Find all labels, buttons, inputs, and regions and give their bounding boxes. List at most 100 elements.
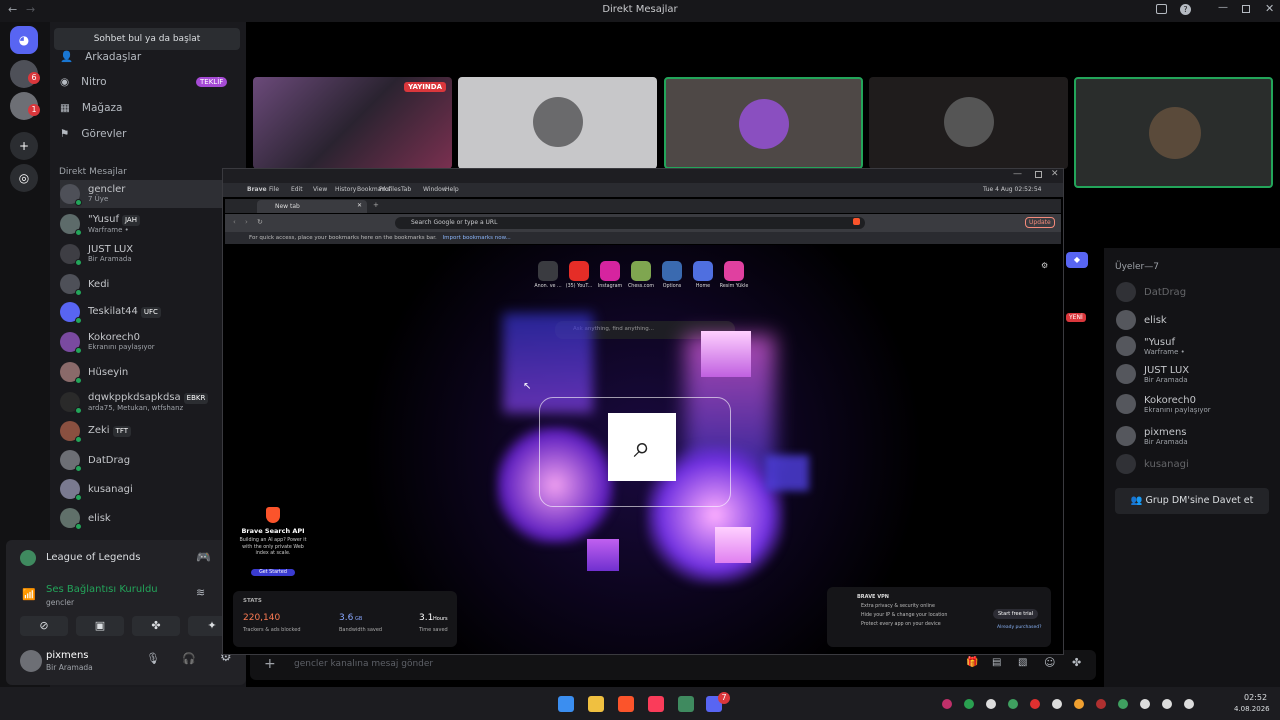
member-item[interactable]: JUST LUX Bir Aramada — [1116, 364, 1189, 384]
member-item[interactable]: kusanagi — [1116, 454, 1189, 474]
help-icon[interactable]: ? — [1180, 4, 1191, 15]
dm-item[interactable]: Kedi — [60, 270, 230, 298]
attach-plus-icon[interactable]: + — [264, 656, 276, 672]
dm-item[interactable]: elisk — [60, 504, 230, 532]
member-item[interactable]: DatDrag — [1116, 282, 1186, 302]
menu-item[interactable]: Tab — [401, 186, 411, 193]
tab-new-tab[interactable]: New tab ✕ — [257, 200, 367, 213]
minimize-icon[interactable]: — — [1013, 169, 1022, 179]
soundboard-icon[interactable]: ≋ — [196, 586, 205, 599]
participant-tile[interactable] — [458, 77, 657, 169]
participant-tile[interactable] — [1074, 77, 1273, 188]
tray-app-icon[interactable] — [1052, 699, 1062, 709]
server-avatar[interactable]: 1 — [10, 92, 40, 120]
apps-icon[interactable]: ✤ — [1072, 656, 1081, 669]
new-tab-plus-icon[interactable]: + — [373, 201, 379, 209]
server-avatar[interactable]: 6 — [10, 60, 40, 88]
member-item[interactable]: "Yusuf Warframe • — [1116, 336, 1185, 356]
nav-friends[interactable]: 👤 Arkadaşlar — [60, 50, 141, 64]
dm-item[interactable]: Teskilat44 UFC — [60, 298, 230, 326]
customize-gear-icon[interactable]: ⚙ — [1041, 261, 1048, 270]
shortcut-tile[interactable]: Resim Yükle — [719, 261, 749, 289]
nav-quests[interactable]: ⚑ Görevler — [60, 128, 126, 140]
search-input[interactable]: Sohbet bul ya da başlat — [54, 28, 240, 50]
close-icon[interactable]: ✕ — [1265, 2, 1274, 15]
maximize-icon[interactable] — [1035, 171, 1042, 178]
invite-to-group-button[interactable]: 👥 Grup DM'sine Davet et — [1115, 488, 1269, 514]
dm-item[interactable]: Kokorech0 Ekranını paylaşıyor — [60, 328, 230, 356]
nav-nitro[interactable]: ◉ Nitro TEKLİF — [60, 76, 228, 88]
tray-app-icon[interactable] — [1074, 699, 1084, 709]
user-avatar[interactable] — [20, 650, 42, 672]
maximize-icon[interactable] — [1242, 5, 1250, 13]
microphone-icon[interactable]: 🎙 — [146, 652, 160, 665]
headphones-icon[interactable]: 🎧 — [182, 652, 196, 665]
dm-item[interactable]: Zeki TFT — [60, 417, 230, 445]
get-started-button[interactable]: Get Started — [251, 568, 295, 576]
vpn-trial-button[interactable]: Start free trial — [993, 609, 1039, 619]
brave-taskbar-icon[interactable] — [618, 696, 634, 712]
gift-icon[interactable]: 🎁 — [966, 657, 978, 668]
minimize-icon[interactable]: — — [1218, 2, 1228, 13]
dm-item[interactable]: kusanagi — [60, 475, 230, 503]
dm-item[interactable]: gencler 7 Üye — [60, 180, 230, 208]
import-bookmarks-link[interactable]: Import bookmarks now... — [443, 235, 511, 241]
gamepad-icon[interactable]: 🎮 — [196, 550, 211, 564]
member-item[interactable]: Kokorech0 Ekranını paylaşıyor — [1116, 394, 1211, 414]
chat-icon[interactable]: ◆ — [1066, 252, 1088, 268]
dm-item[interactable]: Hüseyin — [60, 358, 230, 386]
menu-item[interactable]: Help — [445, 186, 459, 193]
tray-app-icon[interactable] — [1096, 699, 1106, 709]
back-icon[interactable]: ‹ — [233, 218, 236, 226]
file-explorer-icon[interactable] — [588, 696, 604, 712]
shortcut-tile[interactable]: Anon. ve ... — [533, 261, 563, 289]
gif-icon[interactable]: ▤ — [992, 657, 1001, 668]
close-tab-icon[interactable]: ✕ — [357, 202, 362, 209]
tray-app-icon[interactable] — [986, 699, 996, 709]
stream-tile[interactable]: YAYINDA — [253, 77, 452, 169]
message-input[interactable]: gencler kanalına mesaj gönder — [294, 659, 433, 669]
participant-tile[interactable] — [869, 77, 1068, 169]
start-icon[interactable] — [558, 696, 574, 712]
discover-icon[interactable]: ◎ — [10, 164, 38, 192]
menu-item[interactable]: Brave — [247, 186, 267, 193]
menu-item[interactable]: History — [335, 186, 356, 193]
tray-app-icon[interactable] — [1118, 699, 1128, 709]
music-icon[interactable] — [648, 696, 664, 712]
camera-off-button[interactable]: ⊘ — [20, 616, 68, 636]
discord-home-icon[interactable]: ◕ — [10, 26, 38, 54]
member-item[interactable]: elisk — [1116, 310, 1167, 330]
forward-icon[interactable]: › — [245, 218, 248, 226]
participant-tile[interactable] — [664, 77, 863, 169]
sticker-icon[interactable]: ▧ — [1018, 657, 1027, 668]
shortcut-tile[interactable]: Instagram — [595, 261, 625, 289]
shortcut-tile[interactable]: Home — [688, 261, 718, 289]
screen-share-button[interactable]: ▣ — [76, 616, 124, 636]
emoji-icon[interactable]: ☺ — [1044, 656, 1055, 669]
close-icon[interactable]: ✕ — [1051, 169, 1059, 179]
address-bar[interactable]: Search Google or type a URL — [395, 217, 865, 229]
menu-item[interactable]: Window — [423, 186, 447, 193]
dm-item[interactable]: DatDrag — [60, 446, 230, 474]
voice-status[interactable]: Ses Bağlantısı Kuruldu — [46, 584, 158, 595]
vpn-purchased-link[interactable]: Already purchased? — [997, 625, 1041, 630]
inbox-icon[interactable] — [1156, 4, 1167, 14]
reload-icon[interactable]: ↻ — [257, 218, 263, 226]
member-item[interactable]: pixmens Bir Aramada — [1116, 426, 1188, 446]
shortcut-tile[interactable]: Chess.com — [626, 261, 656, 289]
shortcut-tile[interactable]: (35) YouT... — [564, 261, 594, 289]
menu-item[interactable]: Profiles — [379, 186, 401, 193]
nav-shop[interactable]: ▦ Mağaza — [60, 102, 122, 114]
activities-button[interactable]: ✤ — [132, 616, 180, 636]
dm-item[interactable]: JUST LUX Bir Aramada — [60, 240, 230, 268]
menu-item[interactable]: View — [313, 186, 327, 193]
dm-item[interactable]: dqwkppkdsapkdsa EBKR arda75, Metukan, wtfs… — [60, 388, 230, 416]
tray-app-icon[interactable] — [964, 699, 974, 709]
tray-app-icon[interactable] — [1140, 699, 1150, 709]
tray-app-icon[interactable] — [1008, 699, 1018, 709]
dm-item[interactable]: "Yusuf JAH Warframe • — [60, 210, 230, 238]
add-server-icon[interactable]: + — [10, 132, 38, 160]
tray-app-icon[interactable] — [1162, 699, 1172, 709]
brave-shield-icon[interactable] — [853, 218, 860, 225]
tray-app-icon[interactable] — [942, 699, 952, 709]
